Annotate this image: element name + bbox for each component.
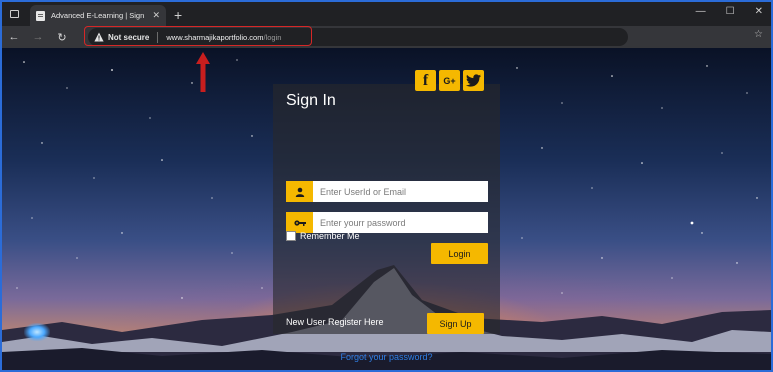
url-highlight-annotation xyxy=(84,26,312,46)
login-button[interactable]: Login xyxy=(431,243,488,264)
key-icon xyxy=(286,212,313,233)
city-lights-glow xyxy=(24,323,50,341)
register-prompt: New User Register Here xyxy=(286,317,384,327)
password-field-group xyxy=(286,212,488,233)
new-tab-icon[interactable]: + xyxy=(174,7,182,23)
window-controls: — ☐ ✕ xyxy=(696,6,763,17)
window-close-icon[interactable]: ✕ xyxy=(755,6,763,17)
forward-icon[interactable]: → xyxy=(26,31,50,43)
forgot-password-link[interactable]: Forgot your password? xyxy=(273,352,500,362)
social-login-buttons: f G+ xyxy=(415,70,484,91)
minimize-icon[interactable]: — xyxy=(696,6,706,17)
annotation-arrow-icon xyxy=(196,52,210,92)
tab-close-icon[interactable]: ✕ xyxy=(152,10,160,21)
userid-input[interactable] xyxy=(313,181,483,202)
remember-me-checkbox[interactable] xyxy=(286,231,296,241)
login-page: Sign In f G+ Enter UserId or Email Remem… xyxy=(2,48,771,370)
remember-me-label[interactable]: Remember Me xyxy=(300,231,360,241)
browser-tab-bar: Advanced E-Learning | Sign In ✕ + — ☐ ✕ xyxy=(2,2,771,26)
remember-me: Remember Me xyxy=(286,231,360,241)
sign-in-card: Sign In f G+ Enter UserId or Email Remem… xyxy=(273,70,500,362)
favorite-star-icon[interactable]: ☆ xyxy=(754,29,763,40)
sign-up-button[interactable]: Sign Up xyxy=(427,313,484,334)
user-icon xyxy=(286,181,313,202)
facebook-icon[interactable]: f xyxy=(415,70,436,91)
browser-tab-active[interactable]: Advanced E-Learning | Sign In ✕ xyxy=(30,5,166,26)
reload-icon[interactable]: ↻ xyxy=(50,31,74,44)
userid-field-group xyxy=(286,181,488,202)
sign-in-title: Sign In xyxy=(286,92,336,109)
tab-actions-icon[interactable] xyxy=(2,2,26,26)
maximize-icon[interactable]: ☐ xyxy=(726,6,735,17)
back-icon[interactable]: ← xyxy=(2,31,26,43)
page-favicon-icon xyxy=(36,10,45,21)
google-plus-icon[interactable]: G+ xyxy=(439,70,460,91)
password-input[interactable] xyxy=(313,212,483,233)
twitter-icon[interactable] xyxy=(463,70,484,91)
tab-title: Advanced E-Learning | Sign In xyxy=(51,11,147,20)
